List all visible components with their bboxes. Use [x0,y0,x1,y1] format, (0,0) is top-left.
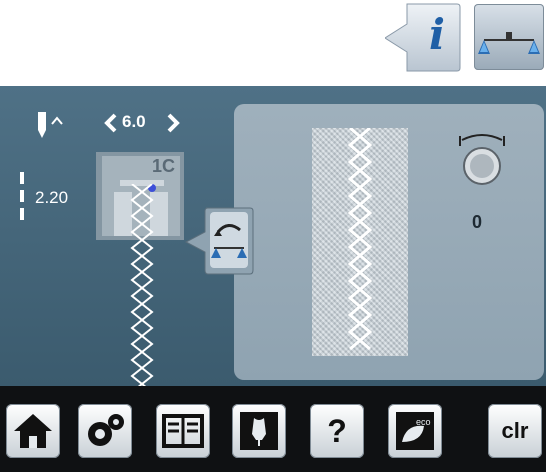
clear-label: clr [501,418,529,443]
needle-position-value[interactable]: 2.20 [35,188,68,208]
balance-callout-button[interactable] [184,206,254,276]
eco-label: eco [416,417,431,427]
settings-icon [88,414,124,446]
decrease-width-icon[interactable] [101,112,121,134]
help-label: ? [327,412,347,449]
needle-up-icon[interactable] [30,110,70,140]
counter-value: 0 [472,212,483,232]
stitch-pattern [130,184,154,393]
needle-position-icon [20,172,24,220]
stitch-width-value[interactable]: 6.0 [122,112,146,132]
home-icon [14,414,52,448]
program-button[interactable] [156,404,210,458]
clear-button[interactable]: clr [488,404,542,458]
settings-button[interactable] [78,404,132,458]
info-icon: i [429,10,445,59]
eco-button[interactable]: eco [388,404,442,458]
eco-leaf-icon [396,412,434,450]
increase-width-icon[interactable] [163,112,183,134]
balance-button[interactable] [474,4,544,70]
stitch-preview-pattern [347,128,373,351]
personal-program-button[interactable] [232,404,286,458]
dress-form-icon [240,412,278,450]
balance-icon [478,32,540,54]
presser-foot-number: 1C [152,156,176,176]
program-icon [162,414,204,448]
help-button[interactable]: ? [310,404,364,458]
info-button[interactable]: i [384,2,461,72]
counter-knob-icon[interactable] [452,132,512,192]
home-button[interactable] [6,404,60,458]
